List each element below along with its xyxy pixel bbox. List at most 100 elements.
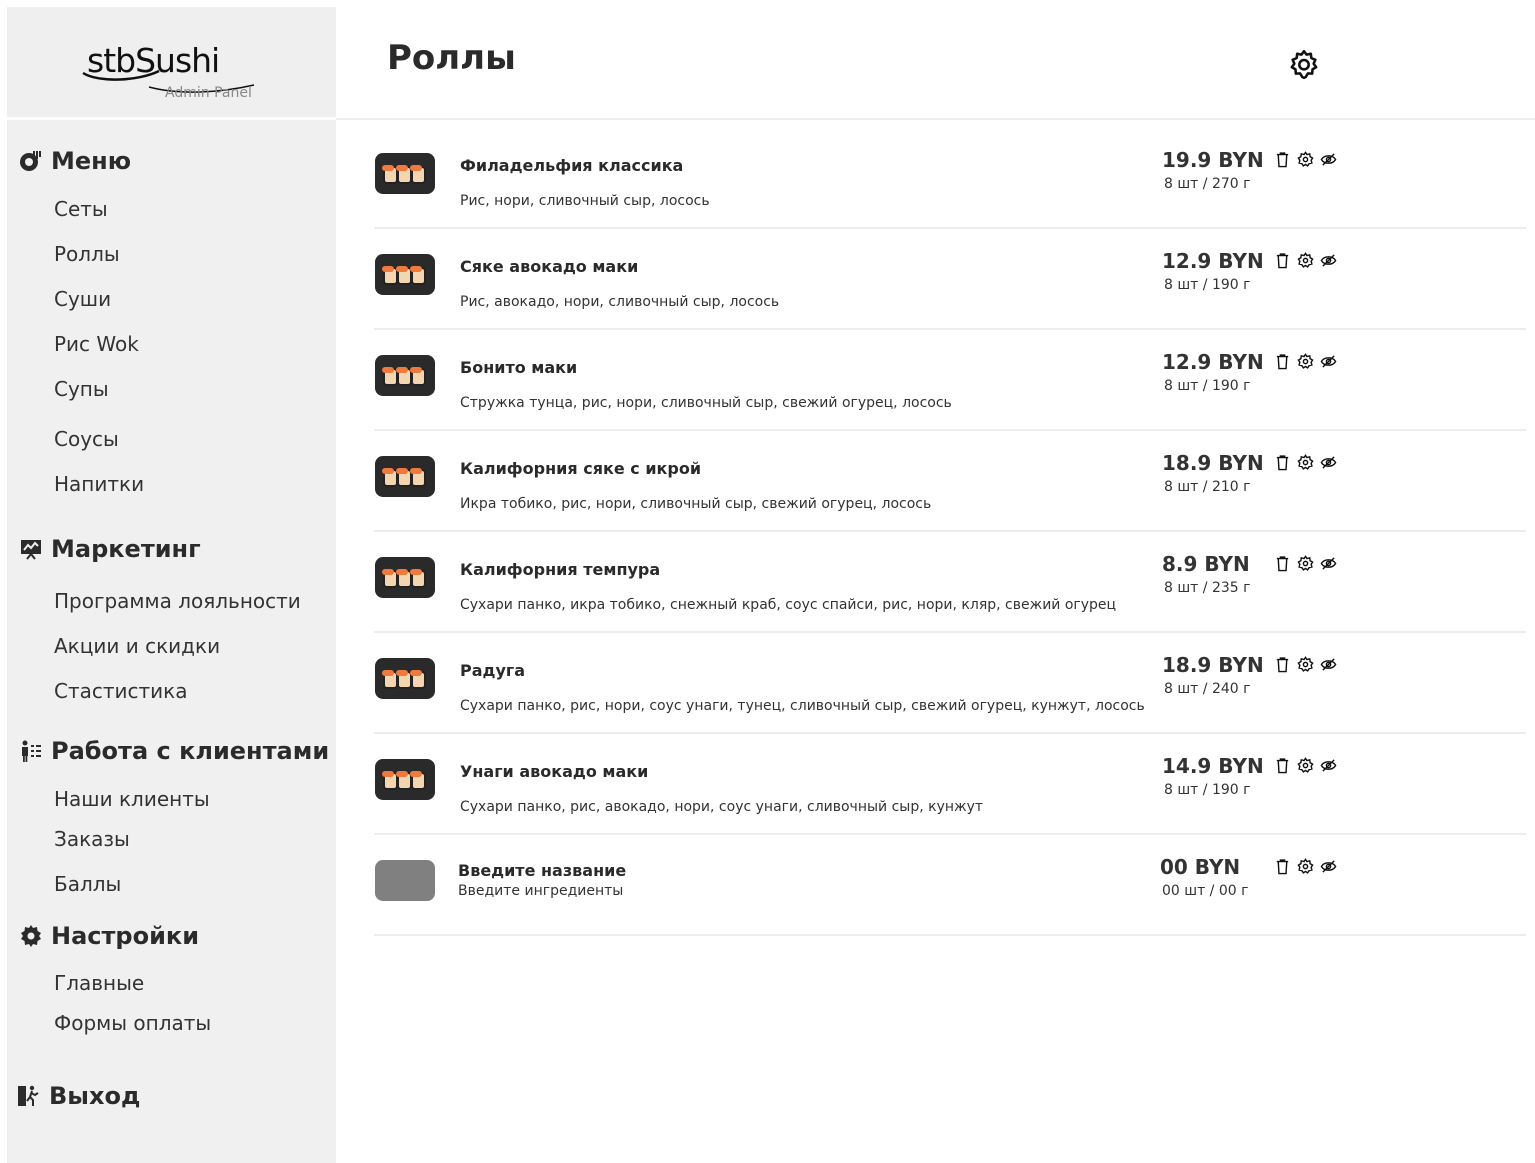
- product-row[interactable]: Филадельфия классика Рис, нори, сливочны…: [374, 127, 1526, 229]
- gear-icon[interactable]: [1297, 656, 1314, 673]
- eye-off-icon[interactable]: [1320, 858, 1337, 875]
- sidebar-section-label: Маркетинг: [51, 535, 201, 563]
- product-name: Сяке авокадо маки: [460, 257, 639, 276]
- trash-icon[interactable]: [1274, 454, 1291, 471]
- gear-icon[interactable]: [1297, 555, 1314, 572]
- menu-icon: [20, 151, 41, 171]
- gear-icon[interactable]: [1297, 151, 1314, 168]
- sidebar-item-loyalty[interactable]: Программа лояльности: [54, 589, 301, 613]
- eye-off-icon[interactable]: [1320, 656, 1337, 673]
- product-thumbnail: [375, 355, 435, 396]
- sidebar-item-general[interactable]: Главные: [54, 971, 144, 995]
- sidebar-section-label: Работа с клиентами: [51, 737, 330, 765]
- trash-icon[interactable]: [1274, 555, 1291, 572]
- product-name: Калифорния темпура: [460, 560, 661, 579]
- sidebar-item-sets[interactable]: Сеты: [54, 197, 108, 221]
- trash-icon[interactable]: [1274, 151, 1291, 168]
- product-weight: 8 шт / 190 г: [1164, 378, 1251, 394]
- trash-icon[interactable]: [1274, 757, 1291, 774]
- product-ingredients: Сухари панко, рис, нори, соус унаги, тун…: [460, 698, 1145, 714]
- sidebar-item-rice-wok[interactable]: Рис Wok: [54, 332, 139, 356]
- exit-icon: [18, 1085, 39, 1106]
- logo-area: stbSushi Admin Panel: [7, 7, 336, 120]
- product-row[interactable]: Радуга Сухари панко, рис, нори, соус уна…: [374, 632, 1526, 734]
- sidebar-item-rolls[interactable]: Роллы: [54, 242, 120, 266]
- new-product-name-input[interactable]: Введите название: [458, 861, 626, 880]
- product-actions: [1274, 353, 1337, 370]
- sidebar-item-our-clients[interactable]: Наши клиенты: [54, 787, 210, 811]
- trash-icon[interactable]: [1274, 858, 1291, 875]
- product-thumbnail: [375, 254, 435, 295]
- product-price: 18.9 BYN: [1162, 653, 1264, 677]
- product-row[interactable]: Калифорния сяке с икрой Икра тобико, рис…: [374, 430, 1526, 532]
- sidebar-item-drinks[interactable]: Напитки: [54, 472, 144, 496]
- sidebar-section-clients[interactable]: Работа с клиентами: [19, 737, 329, 765]
- product-actions: [1274, 252, 1337, 269]
- product-name: Бонито маки: [460, 358, 578, 377]
- settings-gear-icon[interactable]: [1287, 47, 1321, 81]
- eye-off-icon[interactable]: [1320, 454, 1337, 471]
- sidebar-item-sauces[interactable]: Соусы: [54, 427, 119, 451]
- new-product-weight-input[interactable]: 00 шт / 00 г: [1162, 883, 1248, 899]
- product-row[interactable]: Калифорния темпура Сухари панко, икра то…: [374, 531, 1526, 633]
- sidebar-section-label: Выход: [49, 1082, 141, 1110]
- sidebar-item-promotions[interactable]: Акции и скидки: [54, 634, 220, 658]
- sidebar-item-points[interactable]: Баллы: [54, 872, 121, 896]
- marketing-icon: [21, 540, 41, 560]
- logout-button[interactable]: Выход: [17, 1082, 140, 1110]
- product-actions: [1274, 151, 1337, 168]
- product-price: 8.9 BYN: [1162, 552, 1250, 576]
- product-thumbnail: [375, 153, 435, 194]
- new-product-ingredients-input[interactable]: Введите ингредиенты: [458, 883, 623, 899]
- gear-icon[interactable]: [1297, 858, 1314, 875]
- product-row[interactable]: Унаги авокадо маки Сухари панко, рис, ав…: [374, 733, 1526, 835]
- sidebar-item-payment-forms[interactable]: Формы оплаты: [54, 1011, 211, 1035]
- trash-icon[interactable]: [1274, 656, 1291, 673]
- new-product-image-placeholder[interactable]: [375, 860, 435, 901]
- sidebar-item-statistics[interactable]: Стастистика: [54, 679, 188, 703]
- product-name: Филадельфия классика: [460, 156, 684, 175]
- product-actions: [1274, 656, 1337, 673]
- gear-icon[interactable]: [1297, 454, 1314, 471]
- eye-off-icon[interactable]: [1320, 151, 1337, 168]
- new-product-price-input[interactable]: 00 BYN: [1160, 855, 1240, 879]
- sidebar-section-settings[interactable]: Настройки: [19, 922, 199, 950]
- product-ingredients: Сухари панко, икра тобико, снежный краб,…: [460, 597, 1117, 613]
- product-actions: [1274, 454, 1337, 471]
- product-ingredients: Рис, нори, сливочный сыр, лосось: [460, 193, 710, 209]
- brand-logo[interactable]: stbSushi Admin Panel: [79, 41, 269, 107]
- sidebar-section-marketing[interactable]: Маркетинг: [19, 535, 201, 563]
- sidebar-item-sushi[interactable]: Суши: [54, 287, 111, 311]
- sidebar-item-soups[interactable]: Супы: [54, 377, 109, 401]
- product-thumbnail: [375, 658, 435, 699]
- sidebar-item-orders[interactable]: Заказы: [54, 827, 130, 851]
- logo-text: stbSushi: [87, 41, 220, 80]
- product-weight: 8 шт / 235 г: [1164, 580, 1251, 596]
- logo-subtitle: Admin Panel: [165, 85, 252, 101]
- product-row[interactable]: Сяке авокадо маки Рис, авокадо, нори, сл…: [374, 228, 1526, 330]
- product-price: 19.9 BYN: [1162, 148, 1264, 172]
- new-product-row[interactable]: Введите название Введите ингредиенты 00 …: [374, 834, 1526, 936]
- product-ingredients: Сухари панко, рис, авокадо, нори, соус у…: [460, 799, 984, 815]
- product-weight: 8 шт / 210 г: [1164, 479, 1251, 495]
- trash-icon[interactable]: [1274, 353, 1291, 370]
- eye-off-icon[interactable]: [1320, 252, 1337, 269]
- settings-icon: [21, 925, 41, 947]
- product-ingredients: Рис, авокадо, нори, сливочный сыр, лосос…: [460, 294, 780, 310]
- product-thumbnail: [375, 557, 435, 598]
- product-actions: [1274, 858, 1337, 875]
- sidebar-section-label: Меню: [51, 147, 132, 175]
- eye-off-icon[interactable]: [1320, 555, 1337, 572]
- page-header: Роллы: [336, 0, 1535, 120]
- gear-icon[interactable]: [1297, 252, 1314, 269]
- product-weight: 8 шт / 190 г: [1164, 277, 1251, 293]
- product-ingredients: Стружка тунца, рис, нори, сливочный сыр,…: [460, 395, 952, 411]
- eye-off-icon[interactable]: [1320, 757, 1337, 774]
- sidebar-section-menu[interactable]: Меню: [19, 147, 131, 175]
- product-weight: 8 шт / 190 г: [1164, 782, 1251, 798]
- trash-icon[interactable]: [1274, 252, 1291, 269]
- product-row[interactable]: Бонито маки Стружка тунца, рис, нори, сл…: [374, 329, 1526, 431]
- eye-off-icon[interactable]: [1320, 353, 1337, 370]
- gear-icon[interactable]: [1297, 353, 1314, 370]
- gear-icon[interactable]: [1297, 757, 1314, 774]
